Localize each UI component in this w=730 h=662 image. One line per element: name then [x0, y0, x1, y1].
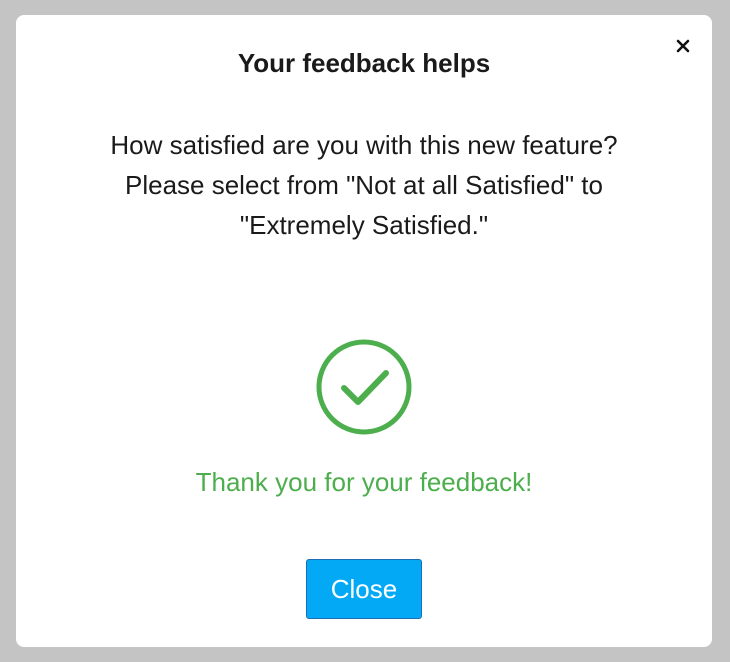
checkmark-circle-icon: [316, 339, 412, 435]
thanks-message: Thank you for your feedback!: [195, 467, 533, 497]
dialog-title: Your feedback helps: [237, 48, 491, 78]
question-line-1: How satisfied are you with this new feat…: [110, 130, 618, 160]
question-line-2: Please select from "Not at all Satisfied…: [124, 170, 603, 200]
close-button[interactable]: Close: [306, 559, 422, 619]
question-line-3: "Extremely Satisfied.": [239, 210, 489, 240]
feedback-dialog: Your feedback helps How satisfied are yo…: [16, 15, 712, 647]
feedback-question: How satisfied are you with this new feat…: [56, 125, 672, 245]
